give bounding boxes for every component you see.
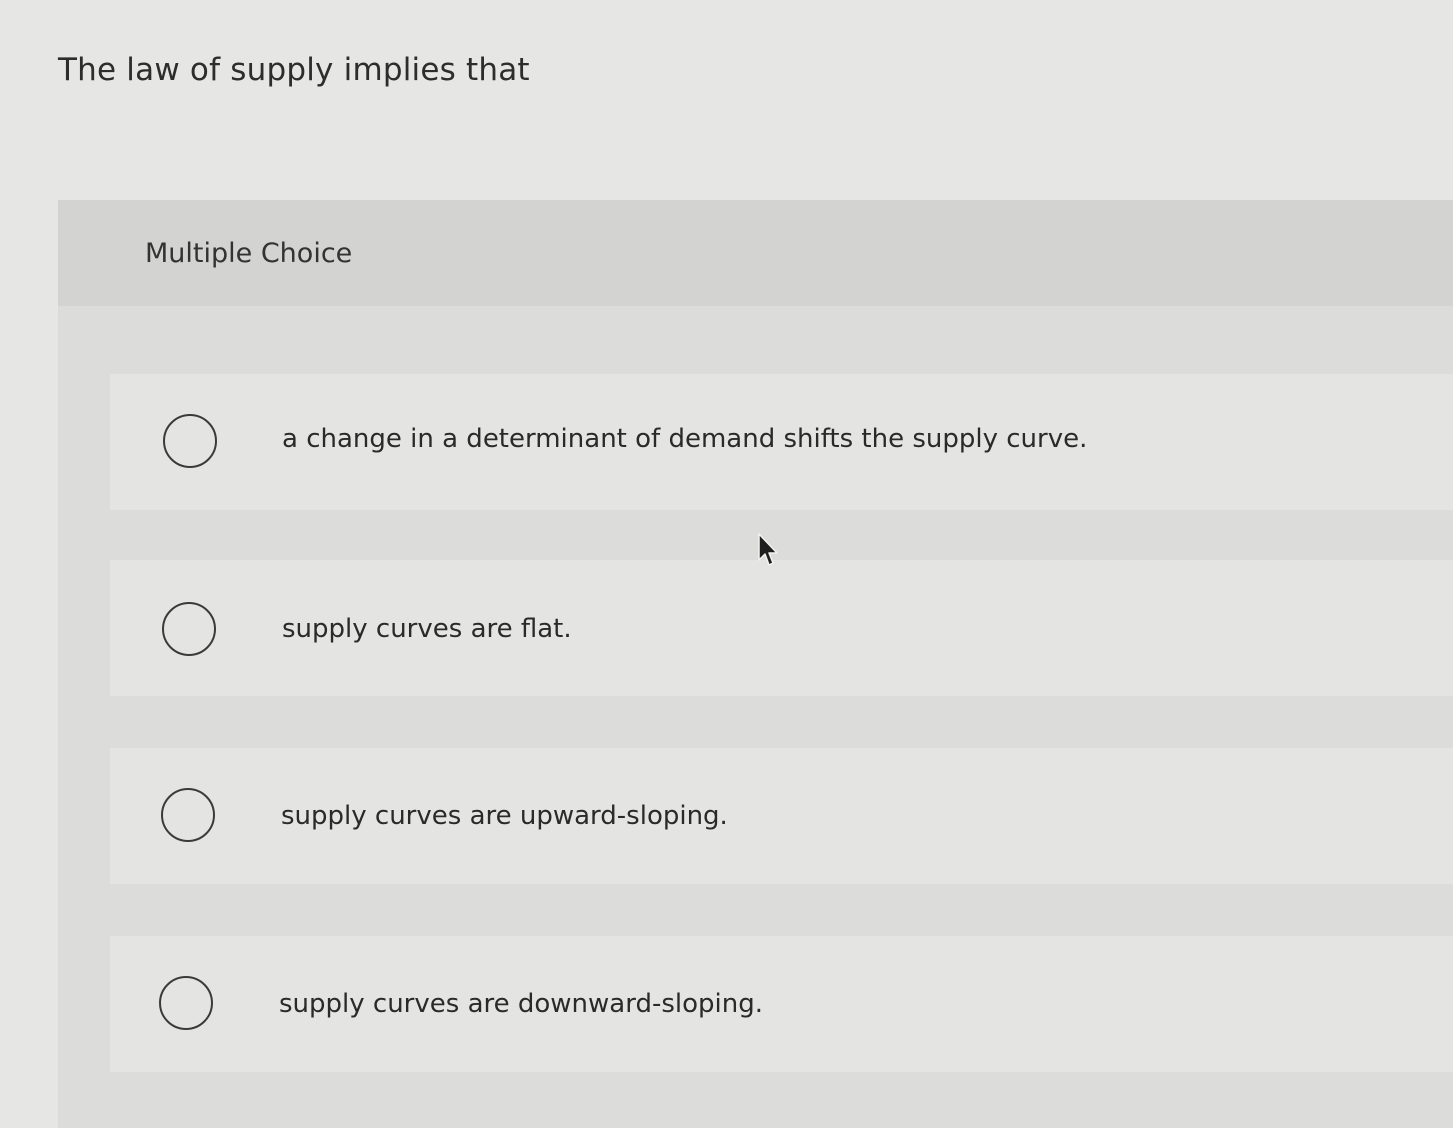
radio-circle-icon[interactable] [162, 602, 216, 656]
option-d[interactable]: supply curves are downward-sloping. [110, 936, 1453, 1072]
radio-circle-icon[interactable] [159, 976, 213, 1030]
multiple-choice-header: Multiple Choice [58, 200, 1453, 306]
multiple-choice-panel: Multiple Choice a change in a determinan… [58, 200, 1453, 1128]
option-b[interactable]: supply curves are flat. [110, 560, 1453, 696]
question-title: The law of supply implies that [58, 52, 530, 88]
option-a[interactable]: a change in a determinant of demand shif… [110, 374, 1453, 510]
option-b-text: supply curves are flat. [282, 614, 572, 644]
radio-circle-icon[interactable] [161, 788, 215, 842]
multiple-choice-label: Multiple Choice [145, 238, 353, 269]
radio-circle-icon[interactable] [163, 414, 217, 468]
option-c-text: supply curves are upward-sloping. [281, 801, 728, 831]
option-a-text: a change in a determinant of demand shif… [282, 424, 1088, 454]
option-c[interactable]: supply curves are upward-sloping. [110, 748, 1453, 884]
option-d-text: supply curves are downward-sloping. [279, 989, 763, 1019]
mouse-pointer-icon [758, 533, 778, 566]
